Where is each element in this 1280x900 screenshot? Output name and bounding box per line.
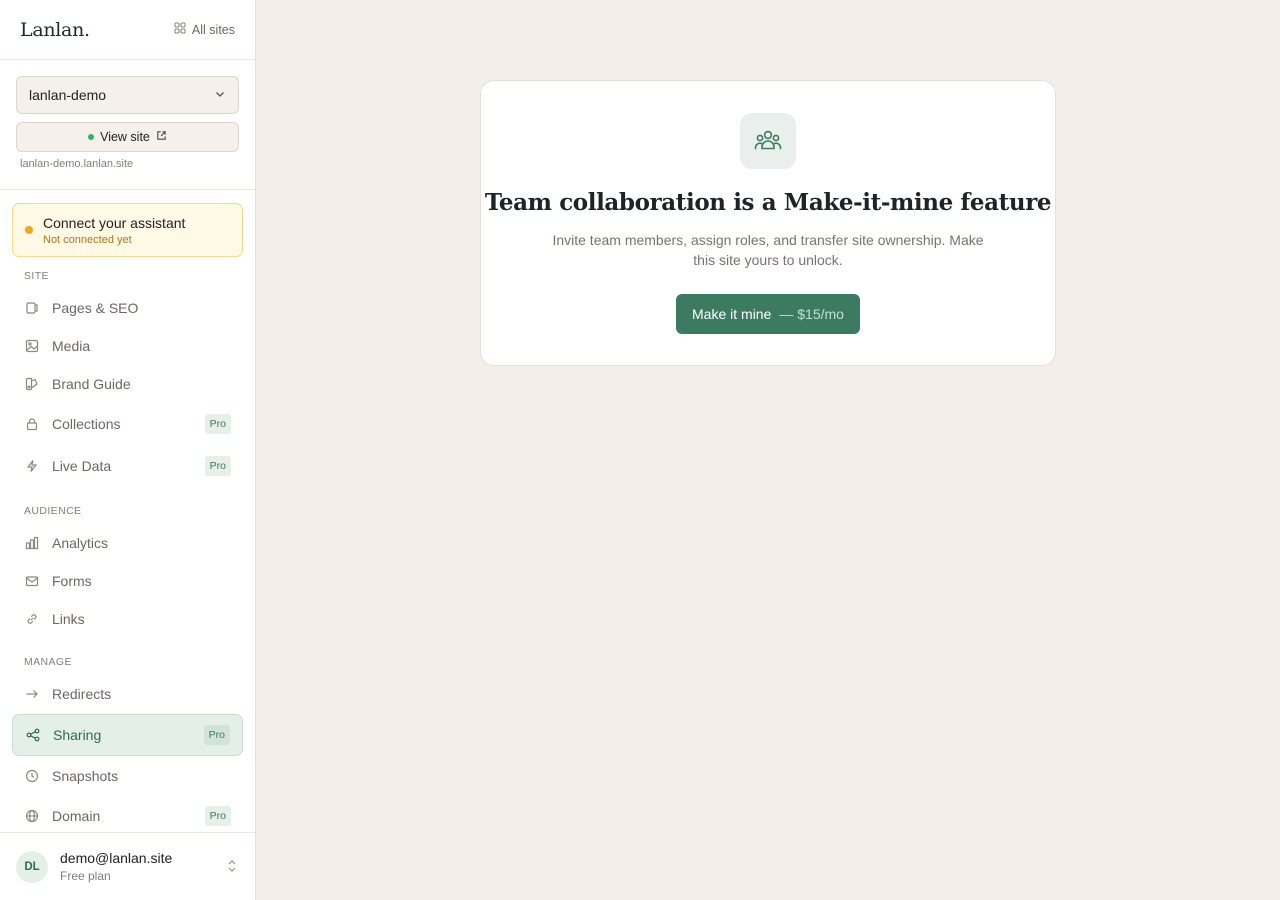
globe-icon	[24, 808, 40, 824]
upsell-description: Invite team members, assign roles, and t…	[552, 232, 984, 268]
sidebar-item-label: Domain	[52, 808, 101, 824]
sidebar-item-brand-guide[interactable]: Brand Guide	[12, 365, 243, 403]
pro-badge: Pro	[204, 414, 231, 434]
user-email: demo@lanlan.site	[60, 850, 173, 866]
lightning-icon	[24, 458, 40, 474]
sidebar-item-forms[interactable]: Forms	[12, 562, 243, 600]
status-dot	[25, 226, 33, 234]
mail-icon	[24, 573, 40, 589]
user-plan: Free plan	[60, 869, 111, 883]
all-sites-label: All sites	[191, 22, 235, 37]
sidebar-item-pages-seo[interactable]: Pages & SEO	[12, 289, 243, 327]
view-site-button[interactable]: View site	[16, 122, 239, 152]
online-dot	[88, 134, 95, 140]
palette-icon	[24, 376, 40, 392]
sidebar-item-label: Collections	[52, 416, 121, 432]
sidebar-item-label: Forms	[52, 573, 92, 589]
avatar: DL	[16, 850, 48, 883]
sidebar-item-live-data[interactable]: Live Data Pro	[12, 447, 243, 485]
pro-badge: Pro	[203, 725, 230, 745]
assistant-title: Connect your assistant	[43, 214, 186, 231]
arrow-right-icon	[24, 686, 40, 702]
section-label-audience: AUDIENCE	[24, 505, 82, 517]
sidebar-item-domain[interactable]: Domain Pro	[12, 797, 243, 835]
grid-icon	[174, 22, 186, 37]
site-select-value: lanlan-demo	[29, 87, 107, 103]
pro-badge: Pro	[204, 806, 231, 826]
sidebar-item-label: Redirects	[52, 686, 112, 702]
page-icon	[24, 300, 40, 316]
sidebar-item-label: Media	[52, 338, 91, 354]
sidebar: Lanlan. All sites lanlan-demo View site …	[0, 0, 256, 900]
logo[interactable]: Lanlan.	[20, 19, 90, 41]
connect-assistant-banner[interactable]: Connect your assistant Not connected yet	[12, 203, 243, 257]
site-select[interactable]: lanlan-demo	[16, 76, 239, 114]
all-sites-link[interactable]: All sites	[174, 22, 235, 37]
clock-icon	[24, 768, 40, 784]
sidebar-item-label: Pages & SEO	[52, 300, 139, 316]
section-label-manage: MANAGE	[24, 656, 72, 668]
brand-row: Lanlan. All sites	[0, 0, 255, 60]
link-icon	[24, 611, 40, 627]
cta-label: Make it mine	[692, 306, 772, 322]
chevron-down-icon	[214, 87, 226, 103]
external-link-icon	[156, 130, 167, 144]
assistant-status: Not connected yet	[43, 233, 132, 246]
sidebar-item-label: Links	[52, 611, 85, 627]
sidebar-item-label: Snapshots	[52, 768, 119, 784]
cta-price: — $15/mo	[779, 306, 844, 322]
upsell-card: Team collaboration is a Make-it-mine fea…	[480, 80, 1056, 366]
pro-badge: Pro	[204, 456, 231, 476]
sidebar-item-collections[interactable]: Collections Pro	[12, 405, 243, 443]
sidebar-item-sharing[interactable]: Sharing Pro	[12, 714, 243, 756]
lock-icon	[24, 416, 40, 432]
view-site-label: View site	[100, 130, 150, 144]
sidebar-item-label: Brand Guide	[52, 376, 131, 392]
team-icon	[740, 113, 796, 169]
user-menu[interactable]: DL demo@lanlan.site Free plan	[0, 832, 255, 900]
section-label-site: SITE	[24, 270, 49, 282]
sidebar-item-media[interactable]: Media	[12, 327, 243, 365]
sidebar-item-analytics[interactable]: Analytics	[12, 524, 243, 562]
bar-chart-icon	[24, 535, 40, 551]
sidebar-item-redirects[interactable]: Redirects	[12, 675, 243, 713]
sidebar-item-label: Analytics	[52, 535, 109, 551]
share-icon	[25, 727, 41, 743]
chevron-up-down-icon	[227, 859, 237, 874]
sidebar-item-links[interactable]: Links	[12, 600, 243, 638]
sidebar-item-snapshots[interactable]: Snapshots	[12, 757, 243, 795]
site-url: lanlan-demo.lanlan.site	[20, 158, 134, 170]
image-icon	[24, 338, 40, 354]
upsell-title: Team collaboration is a Make-it-mine fea…	[484, 189, 1052, 216]
make-it-mine-button[interactable]: Make it mine — $15/mo	[676, 294, 860, 334]
sidebar-item-label: Sharing	[53, 727, 102, 743]
site-box: lanlan-demo View site lanlan-demo.lanlan…	[0, 60, 255, 190]
sidebar-item-label: Live Data	[52, 458, 112, 474]
